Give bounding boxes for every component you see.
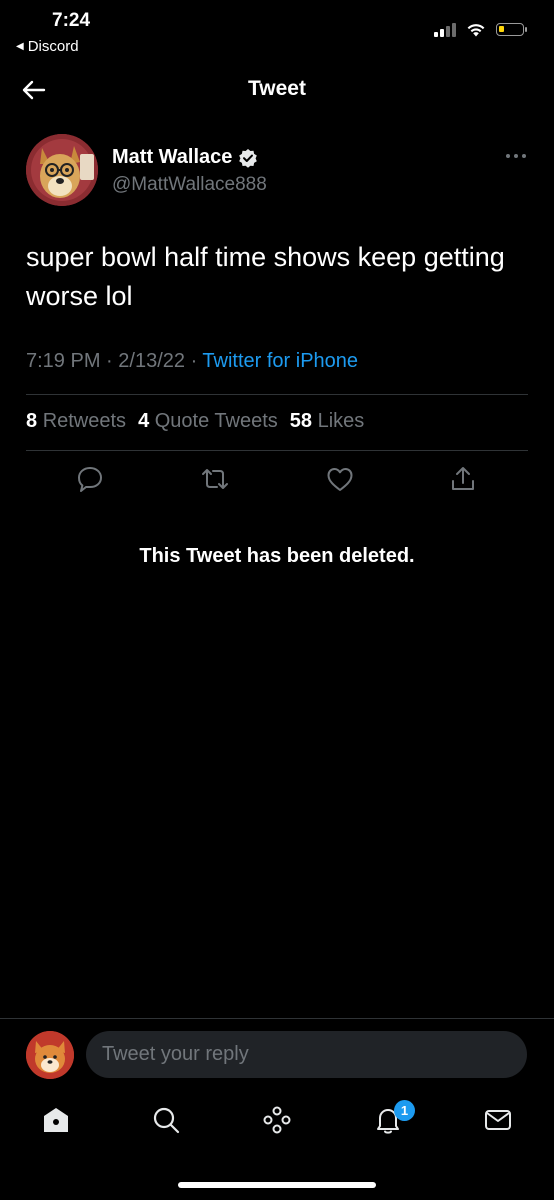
retweet-icon[interactable] — [200, 464, 230, 494]
likes-label: Likes — [317, 410, 365, 432]
doge-avatar-image — [26, 134, 98, 206]
back-triangle-icon: ◀ — [16, 41, 24, 52]
spaces-icon[interactable] — [261, 1104, 293, 1136]
search-icon[interactable] — [150, 1104, 182, 1136]
likes-stat[interactable]: 58 Likes — [290, 410, 365, 433]
retweets-count: 8 — [26, 410, 38, 432]
user-avatar[interactable] — [26, 1031, 74, 1079]
shiba-avatar-image — [26, 1031, 74, 1079]
quotes-count: 4 — [138, 410, 150, 432]
tweet-date: 2/13/22 — [118, 350, 185, 372]
battery-icon — [496, 23, 527, 36]
cellular-signal-icon — [434, 22, 456, 37]
verified-badge-icon — [239, 148, 258, 168]
status-indicators — [434, 22, 527, 37]
like-heart-icon[interactable] — [325, 464, 355, 494]
page-title: Tweet — [248, 77, 306, 100]
messages-icon[interactable] — [482, 1104, 514, 1136]
reply-icon[interactable] — [75, 464, 105, 494]
likes-count: 58 — [289, 410, 313, 432]
notifications-badge: 1 — [394, 1100, 415, 1121]
tweet-meta: 7:19 PM · 2/13/22 · Twitter for iPhone — [26, 350, 358, 373]
quote-tweets-stat[interactable]: 4 Quote Tweets — [138, 410, 278, 433]
home-indicator[interactable] — [178, 1182, 376, 1188]
home-icon[interactable] — [40, 1104, 72, 1136]
tweet-stats: 8 Retweets 4 Quote Tweets 58 Likes — [26, 410, 364, 433]
battery-level — [499, 26, 504, 32]
author-avatar[interactable] — [26, 134, 98, 206]
reply-input[interactable] — [86, 1031, 527, 1078]
meta-separator: · — [190, 350, 203, 372]
tweet-text: super bowl half time shows keep getting … — [26, 242, 505, 311]
tweet-time: 7:19 PM — [26, 350, 101, 372]
deleted-tweet-notice: This Tweet has been deleted. — [139, 545, 415, 567]
divider — [26, 394, 528, 395]
quotes-label: Quote Tweets — [154, 410, 278, 432]
retweets-stat[interactable]: 8 Retweets — [26, 410, 126, 433]
more-options-icon[interactable] — [502, 150, 530, 162]
reply-divider — [0, 1018, 554, 1019]
back-to-app-link[interactable]: ◀ Discord — [16, 38, 79, 55]
wifi-icon — [467, 24, 485, 37]
author-handle[interactable]: @MattWallace888 — [112, 174, 267, 196]
status-time: 7:24 — [52, 10, 91, 31]
tweet-source-link[interactable]: Twitter for iPhone — [202, 350, 358, 372]
author-name-text: Matt Wallace — [112, 146, 233, 168]
back-app-label: Discord — [27, 38, 79, 55]
retweets-label: Retweets — [42, 410, 127, 432]
meta-separator: · — [106, 350, 119, 372]
author-name[interactable]: Matt Wallace — [112, 146, 258, 169]
divider — [26, 450, 528, 451]
share-icon[interactable] — [448, 464, 478, 494]
